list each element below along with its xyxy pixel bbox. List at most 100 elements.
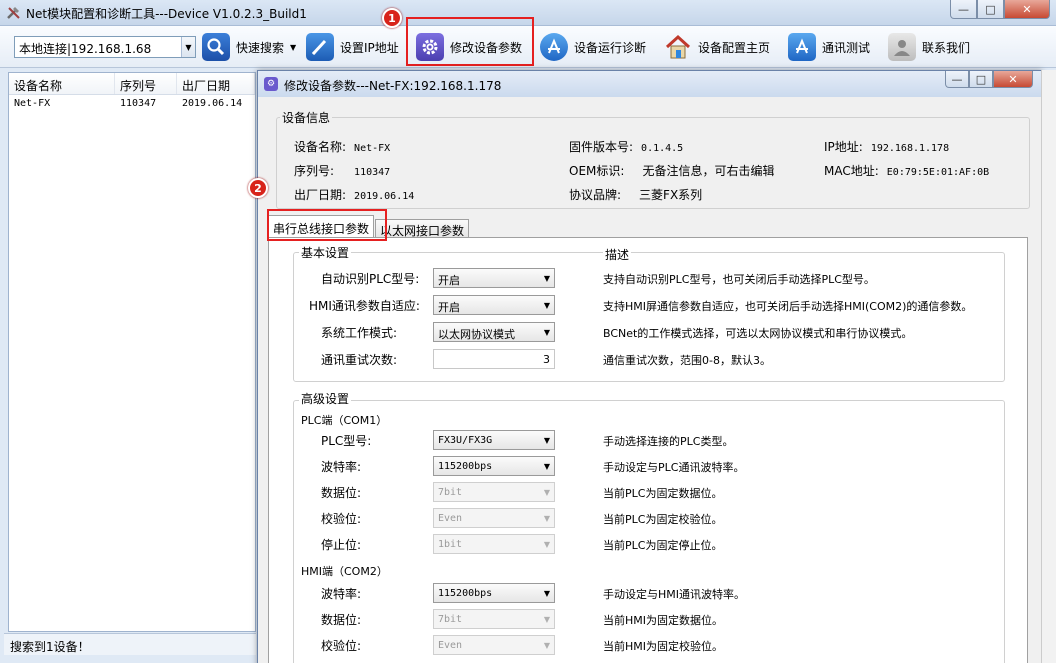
select-value: Even [438, 640, 463, 651]
info-label: 协议品牌: [569, 188, 622, 202]
comm-test-label: 通讯测试 [822, 40, 871, 55]
plc-stop-label: 停止位: [321, 538, 362, 552]
run-diagnosis-button[interactable]: 设备运行诊断 [540, 31, 646, 63]
info-ip: IP地址: 192.168.1.178 [824, 138, 949, 155]
hmi-baud-select[interactable]: 115200bps ▼ [433, 583, 555, 603]
select-value: Even [438, 513, 463, 524]
plc-parity-label: 校验位: [321, 512, 362, 526]
config-home-button[interactable]: 设备配置主页 [664, 31, 770, 63]
vertical-scrollbar[interactable] [1041, 70, 1056, 663]
highlight-box-tab [267, 209, 387, 241]
contact-us-button[interactable]: 联系我们 [888, 31, 970, 63]
plc-model-select[interactable]: FX3U/FX3G ▼ [433, 430, 555, 450]
device-info-title: 设备信息 [280, 109, 333, 126]
close-button[interactable]: ✕ [1004, 0, 1050, 19]
info-brand: 协议品牌: 三菱FX系列 [569, 186, 702, 203]
tab-ethernet[interactable]: 以太网接口参数 [375, 219, 470, 238]
retry-input[interactable]: 3 [433, 349, 555, 369]
hmi-data-label: 数据位: [321, 613, 362, 627]
hmi-adapt-desc: 支持HMI屏通信参数自适应，也可关闭后手动选择HMI(COM2)的通信参数。 [603, 300, 973, 313]
dialog-window-controls: — □ ✕ [945, 71, 1033, 88]
info-label: OEM标识: [569, 164, 625, 178]
dialog-minimize-button[interactable]: — [945, 71, 969, 88]
app-store-icon [788, 33, 816, 61]
retry-value: 3 [543, 353, 550, 366]
device-date-cell: 2019.06.14 [182, 98, 243, 109]
info-mac: MAC地址: E0:79:5E:01:AF:0B [824, 162, 989, 179]
connection-select[interactable]: 本地连接|192.168.1.68 ▼ [14, 36, 196, 58]
plc-data-desc: 当前PLC为固定数据位。 [603, 487, 723, 500]
hmi-parity-select: Even ▼ [433, 635, 555, 655]
comm-test-button[interactable]: 通讯测试 [788, 31, 870, 63]
info-value: 192.168.1.178 [870, 143, 950, 154]
select-value: 1bit [438, 539, 463, 550]
plc-data-select: 7bit ▼ [433, 482, 555, 502]
info-value: 2019.06.14 [354, 191, 415, 202]
retry-label: 通讯重试次数: [321, 353, 398, 367]
info-value: 0.1.4.5 [641, 143, 684, 154]
maximize-button[interactable]: □ [977, 0, 1004, 19]
chevron-down-icon[interactable]: ▼ [181, 37, 195, 57]
basic-settings-title: 基本设置 [299, 244, 352, 261]
select-value: FX3U/FX3G [438, 435, 493, 446]
quick-search-button[interactable]: 快速搜索 ▼ [202, 31, 296, 63]
hmi-data-select: 7bit ▼ [433, 609, 555, 629]
gear-icon: ⚙ [264, 77, 278, 91]
work-mode-select[interactable]: 以太网协议模式 ▼ [433, 322, 555, 342]
select-value: 7bit [438, 614, 463, 625]
dropdown-arrow-icon[interactable]: ▼ [290, 43, 296, 52]
user-icon [888, 33, 916, 61]
plc-model-label: PLC型号: [321, 434, 372, 448]
info-value: E0:79:5E:01:AF:0B [886, 167, 990, 178]
chevron-down-icon: ▼ [543, 274, 550, 283]
plc-port-header: PLC端（COM1） [301, 414, 388, 427]
minimize-button[interactable]: — [950, 0, 977, 19]
plc-baud-select[interactable]: 115200bps ▼ [433, 456, 555, 476]
chevron-down-icon: ▼ [543, 615, 550, 624]
plc-parity-select: Even ▼ [433, 508, 555, 528]
hmi-parity-desc: 当前HMI为固定校验位。 [603, 640, 724, 653]
work-mode-desc: BCNet的工作模式选择，可选以太网协议模式和串行协议模式。 [603, 327, 913, 340]
plc-baud-label: 波特率: [321, 460, 362, 474]
plc-stop-desc: 当前PLC为固定停止位。 [603, 539, 723, 552]
chevron-down-icon: ▼ [543, 328, 550, 337]
modify-params-dialog: ⚙ 修改设备参数---Net-FX:192.168.1.178 — □ ✕ 设备… [257, 70, 1042, 663]
plc-baud-desc: 手动设定与PLC通讯波特率。 [603, 461, 745, 474]
connection-value: 本地连接|192.168.1.68 [19, 42, 152, 56]
chevron-down-icon: ▼ [543, 301, 550, 310]
column-header-serial[interactable]: 序列号 [115, 73, 177, 94]
set-ip-button[interactable]: 设置IP地址 [306, 31, 399, 63]
chevron-down-icon: ▼ [543, 462, 550, 471]
run-diagnosis-label: 设备运行诊断 [574, 40, 647, 55]
work-mode-label: 系统工作模式: [321, 326, 398, 340]
column-header-name[interactable]: 设备名称 [9, 73, 115, 94]
hmi-port-header: HMI端（COM2） [301, 565, 388, 578]
hmi-baud-desc: 手动设定与HMI通讯波特率。 [603, 588, 746, 601]
dialog-close-button[interactable]: ✕ [993, 71, 1033, 88]
contact-us-label: 联系我们 [922, 40, 971, 55]
info-serial: 序列号: 110347 [294, 162, 390, 179]
plc-stop-select: 1bit ▼ [433, 534, 555, 554]
table-row[interactable]: Net-FX 110347 2019.06.14 [9, 95, 255, 113]
plc-data-label: 数据位: [321, 486, 362, 500]
hmi-data-desc: 当前HMI为固定数据位。 [603, 614, 724, 627]
hmi-baud-label: 波特率: [321, 587, 362, 601]
auto-plc-select[interactable]: 开启 ▼ [433, 268, 555, 288]
column-header-date[interactable]: 出厂日期 [177, 73, 255, 94]
info-firmware: 固件版本号: 0.1.4.5 [569, 138, 683, 155]
dialog-title: 修改设备参数---Net-FX:192.168.1.178 [284, 79, 502, 93]
search-icon [202, 33, 230, 61]
pen-icon [306, 33, 334, 61]
info-label: MAC地址: [824, 164, 879, 178]
advanced-settings-title: 高级设置 [299, 390, 352, 407]
status-text: 搜索到1设备！ [10, 640, 90, 654]
hmi-adapt-select[interactable]: 开启 ▼ [433, 295, 555, 315]
info-value[interactable]: 无备注信息，可右击编辑 [642, 164, 774, 178]
chevron-down-icon: ▼ [543, 589, 550, 598]
info-label: 序列号: [294, 164, 335, 178]
annotation-badge-1: 1 [382, 8, 402, 28]
window-controls: — □ ✕ [950, 0, 1050, 19]
dialog-maximize-button[interactable]: □ [969, 71, 993, 88]
select-value: 115200bps [438, 461, 493, 472]
info-oem: OEM标识: 无备注信息，可右击编辑 [569, 162, 774, 179]
